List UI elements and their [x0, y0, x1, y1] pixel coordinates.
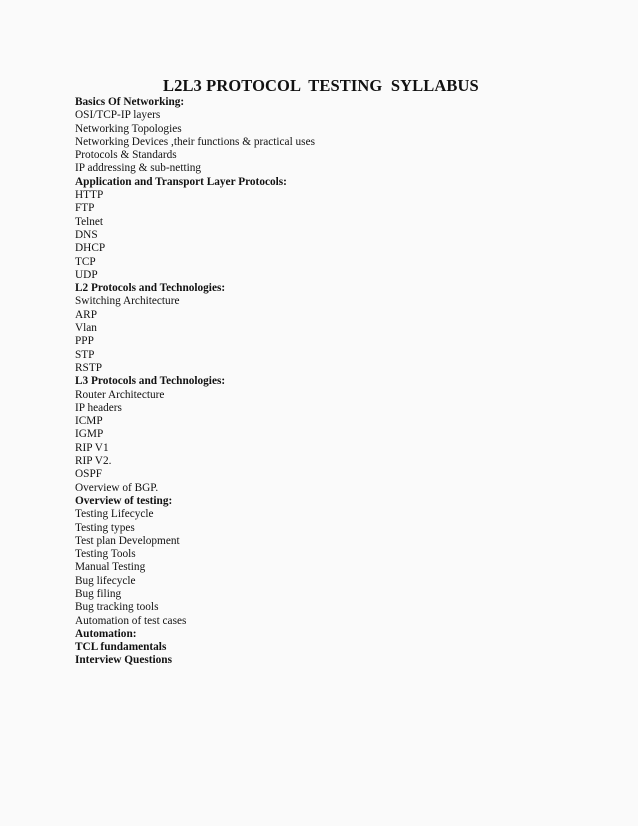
list-item: OSI/TCP-IP layers — [75, 109, 161, 122]
list-item: Protocols & Standards — [75, 149, 177, 162]
list-item: RSTP — [75, 361, 103, 374]
section-heading-tcl-fundamentals: TCL fundamentals — [75, 641, 167, 654]
list-item: ICMP — [75, 415, 103, 428]
list-item: Testing Lifecycle — [75, 508, 154, 521]
list-item: Overview of BGP. — [75, 481, 159, 494]
list-item: PPP — [75, 335, 94, 348]
section-heading-overview-of-testing: Overview of testing: — [75, 494, 173, 507]
list-item: DHCP — [75, 242, 106, 255]
section-heading-l3-protocols: L3 Protocols and Technologies: — [75, 375, 226, 388]
list-item: Switching Architecture — [75, 295, 180, 308]
list-item: STP — [75, 348, 95, 361]
section-heading-basics-of-networking: Basics Of Networking: — [75, 96, 185, 108]
list-item: Networking Topologies — [75, 122, 182, 135]
section-heading-application-transport: Application and Transport Layer Protocol… — [75, 175, 287, 188]
list-item: Test plan Development — [75, 534, 180, 547]
list-item: UDP — [75, 268, 98, 281]
list-item: IP addressing & sub-netting — [75, 162, 202, 175]
list-item: Router Architecture — [75, 388, 165, 401]
list-item: Bug tracking tools — [75, 601, 159, 614]
list-item: ARP — [75, 308, 97, 321]
list-item: OSPF — [75, 468, 103, 481]
list-item: Networking Devices ,their functions & pr… — [75, 135, 315, 148]
list-item: IP headers — [75, 401, 122, 414]
section-heading-interview-questions: Interview Questions — [75, 654, 172, 667]
list-item: IGMP — [75, 428, 104, 441]
list-item: TCP — [75, 255, 96, 268]
section-heading-automation: Automation: — [75, 627, 137, 640]
list-item: FTP — [75, 202, 95, 215]
list-item: Testing Tools — [75, 548, 136, 561]
syllabus-content: Basics Of Networking: OSI/TCP-IP layers … — [75, 96, 315, 668]
list-item: Vlan — [75, 322, 97, 335]
list-item: Manual Testing — [75, 561, 146, 574]
list-item: DNS — [75, 228, 98, 241]
list-item: RIP V2. — [75, 455, 112, 468]
list-item: RIP V1 — [75, 441, 109, 454]
section-heading-l2-protocols: L2 Protocols and Technologies: — [75, 282, 226, 295]
list-item: Bug filing — [75, 587, 122, 600]
list-item: Testing types — [75, 521, 135, 534]
list-item: HTTP — [75, 189, 104, 202]
list-item: Bug lifecycle — [75, 574, 136, 587]
document-title: L2L3 PROTOCOL TESTING SYLLABUS — [163, 76, 479, 95]
list-item: Automation of test cases — [75, 614, 187, 627]
list-item: Telnet — [75, 215, 104, 228]
